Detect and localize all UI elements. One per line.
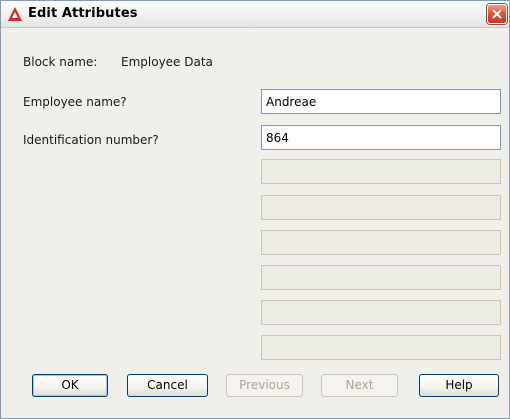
block-name-label: Block name: <box>23 55 98 69</box>
cancel-button[interactable]: Cancel <box>127 374 208 397</box>
empty-attribute-field-5 <box>261 300 501 325</box>
edit-attributes-dialog: Edit Attributes Block name: Employee Dat… <box>0 0 510 419</box>
close-icon <box>492 9 502 19</box>
identification-number-field[interactable] <box>261 125 501 150</box>
next-button: Next <box>321 374 398 397</box>
autocad-a-icon <box>7 6 23 22</box>
employee-name-prompt: Employee name? <box>23 95 127 109</box>
empty-attribute-field-4 <box>261 265 501 290</box>
help-button[interactable]: Help <box>419 374 499 397</box>
empty-attribute-field-6 <box>261 335 501 360</box>
title-bar[interactable]: Edit Attributes <box>1 1 509 28</box>
employee-name-field[interactable] <box>261 89 501 114</box>
empty-attribute-field-1 <box>261 159 501 184</box>
ok-button[interactable]: OK <box>32 374 108 397</box>
identification-number-prompt: Identification number? <box>23 133 159 147</box>
block-name-value: Employee Data <box>121 55 213 69</box>
empty-attribute-field-3 <box>261 230 501 255</box>
dialog-title: Edit Attributes <box>28 6 138 21</box>
close-button[interactable] <box>487 4 507 24</box>
previous-button: Previous <box>226 374 303 397</box>
empty-attribute-field-2 <box>261 195 501 220</box>
